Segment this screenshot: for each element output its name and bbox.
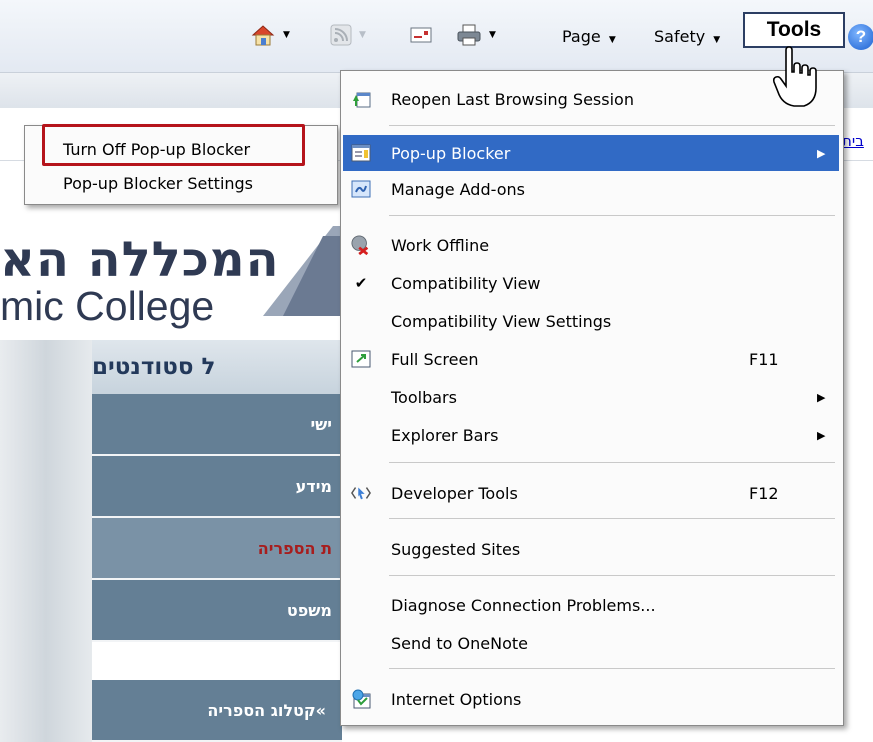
tools-menu-button[interactable]: Tools: [743, 12, 845, 48]
menu-separator: [389, 462, 835, 463]
hand-cursor-icon: [772, 46, 817, 107]
internet-options-icon: [351, 689, 371, 709]
college-logo-english: mic College: [0, 283, 215, 329]
menu-item-internet-options[interactable]: Internet Options: [343, 681, 839, 717]
page-menu-label: Page: [562, 27, 601, 46]
menu-item-label: Internet Options: [391, 690, 522, 709]
nav-item-law[interactable]: משפט: [92, 580, 342, 642]
submenu-arrow-icon: ▶: [817, 391, 826, 404]
menu-item-send-to-onenote[interactable]: Send to OneNote: [343, 625, 839, 661]
read-mail-button[interactable]: [410, 22, 432, 48]
page-left-decor: [0, 340, 92, 742]
menu-item-label: Toolbars: [391, 388, 457, 407]
addons-icon: [351, 179, 371, 199]
safety-menu-button[interactable]: Safety ▼: [654, 27, 720, 46]
print-dropdown-caret[interactable]: ▼: [489, 30, 496, 40]
menu-item-explorer-bars[interactable]: Explorer Bars ▶: [343, 417, 839, 453]
menu-item-label: Manage Add-ons: [391, 180, 525, 199]
feeds-icon: [330, 24, 352, 46]
feeds-button[interactable]: ▼: [330, 22, 366, 48]
college-logo-hebrew: המכללה הא: [0, 232, 280, 288]
home-link[interactable]: בית: [842, 132, 864, 150]
menu-item-label: Developer Tools: [391, 484, 518, 503]
submenu-arrow-icon: ▶: [817, 429, 826, 442]
safety-dropdown-caret: ▼: [713, 35, 721, 45]
college-logo-icon: [263, 226, 343, 316]
popup-blocker-icon: [351, 143, 371, 163]
menu-separator: [389, 125, 835, 126]
nav-item-library[interactable]: ת הספריה: [92, 518, 342, 580]
print-button[interactable]: ▼: [456, 22, 496, 48]
menu-separator: [389, 518, 835, 519]
highlight-callout-box: [42, 124, 305, 166]
reopen-session-icon: [351, 89, 371, 109]
command-bar: ▼ ▼ ▼ Page ▼ Safety ▼ Tools ?: [0, 0, 873, 72]
menu-item-manage-addons[interactable]: Manage Add-ons: [343, 171, 839, 207]
menu-item-toolbars[interactable]: Toolbars ▶: [343, 379, 839, 415]
tools-dropdown-menu: Reopen Last Browsing Session Pop-up Bloc…: [340, 70, 844, 726]
menu-separator: [389, 575, 835, 576]
menu-item-label: Explorer Bars: [391, 426, 499, 445]
nav-arrow-icon: «: [315, 700, 326, 720]
menu-item-shortcut: F11: [749, 350, 779, 369]
nav-item-library-catalog[interactable]: קטלוג הספריה «: [92, 680, 342, 742]
menu-item-diagnose-connection[interactable]: Diagnose Connection Problems...: [343, 587, 839, 623]
nav-item-label: קטלוג הספריה: [207, 700, 316, 720]
menu-item-label: Compatibility View: [391, 274, 541, 293]
menu-item-work-offline[interactable]: Work Offline: [343, 227, 839, 263]
nav-item-label: ישי: [310, 414, 332, 434]
popup-blocker-settings-item[interactable]: Pop-up Blocker Settings: [63, 174, 253, 193]
menu-item-label: Diagnose Connection Problems...: [391, 596, 656, 615]
nav-item-label: מידע: [295, 476, 332, 496]
menu-item-suggested-sites[interactable]: Suggested Sites: [343, 531, 839, 567]
menu-separator: [389, 668, 835, 669]
developer-tools-icon: [351, 483, 371, 503]
nav-item-label: ת הספריה: [257, 538, 332, 558]
help-icon[interactable]: ?: [848, 24, 873, 50]
menu-item-reopen-session[interactable]: Reopen Last Browsing Session: [343, 81, 839, 117]
nav-item-label: משפט: [286, 600, 332, 620]
home-dropdown-caret[interactable]: ▼: [283, 30, 290, 40]
menu-item-label: Suggested Sites: [391, 540, 521, 559]
page-dropdown-caret: ▼: [608, 35, 616, 45]
menu-separator: [389, 215, 835, 216]
menu-item-label: Pop-up Blocker: [391, 144, 511, 163]
page-menu-button[interactable]: Page ▼: [562, 27, 616, 46]
print-icon: [457, 24, 481, 46]
menu-item-full-screen[interactable]: Full Screen F11: [343, 341, 839, 377]
menu-item-label: Reopen Last Browsing Session: [391, 90, 634, 109]
menu-item-popup-blocker[interactable]: Pop-up Blocker ▶: [343, 135, 839, 171]
menu-item-label: Full Screen: [391, 350, 479, 369]
menu-item-compatibility-view-settings[interactable]: Compatibility View Settings: [343, 303, 839, 339]
menu-item-shortcut: F12: [749, 484, 779, 503]
menu-item-label: Compatibility View Settings: [391, 312, 612, 331]
menu-item-compatibility-view[interactable]: ✔ Compatibility View: [343, 265, 839, 301]
nav-item-personal[interactable]: ישי: [92, 394, 342, 456]
menu-item-developer-tools[interactable]: Developer Tools F12: [343, 475, 839, 511]
safety-menu-label: Safety: [654, 27, 706, 46]
home-icon: [251, 25, 275, 46]
feeds-dropdown-caret[interactable]: ▼: [359, 30, 366, 40]
work-offline-icon: [351, 235, 371, 256]
students-nav-heading: ל סטודנטים: [92, 340, 342, 394]
read-mail-icon: [410, 27, 432, 43]
menu-item-label: Send to OneNote: [391, 634, 528, 653]
tools-menu-label: Tools: [766, 18, 822, 41]
menu-item-label: Work Offline: [391, 236, 490, 255]
check-icon: ✔: [354, 274, 368, 292]
home-button[interactable]: ▼: [250, 22, 290, 48]
nav-item-info[interactable]: מידע: [92, 456, 342, 518]
submenu-arrow-icon: ▶: [817, 147, 826, 160]
fullscreen-icon: [351, 349, 371, 369]
